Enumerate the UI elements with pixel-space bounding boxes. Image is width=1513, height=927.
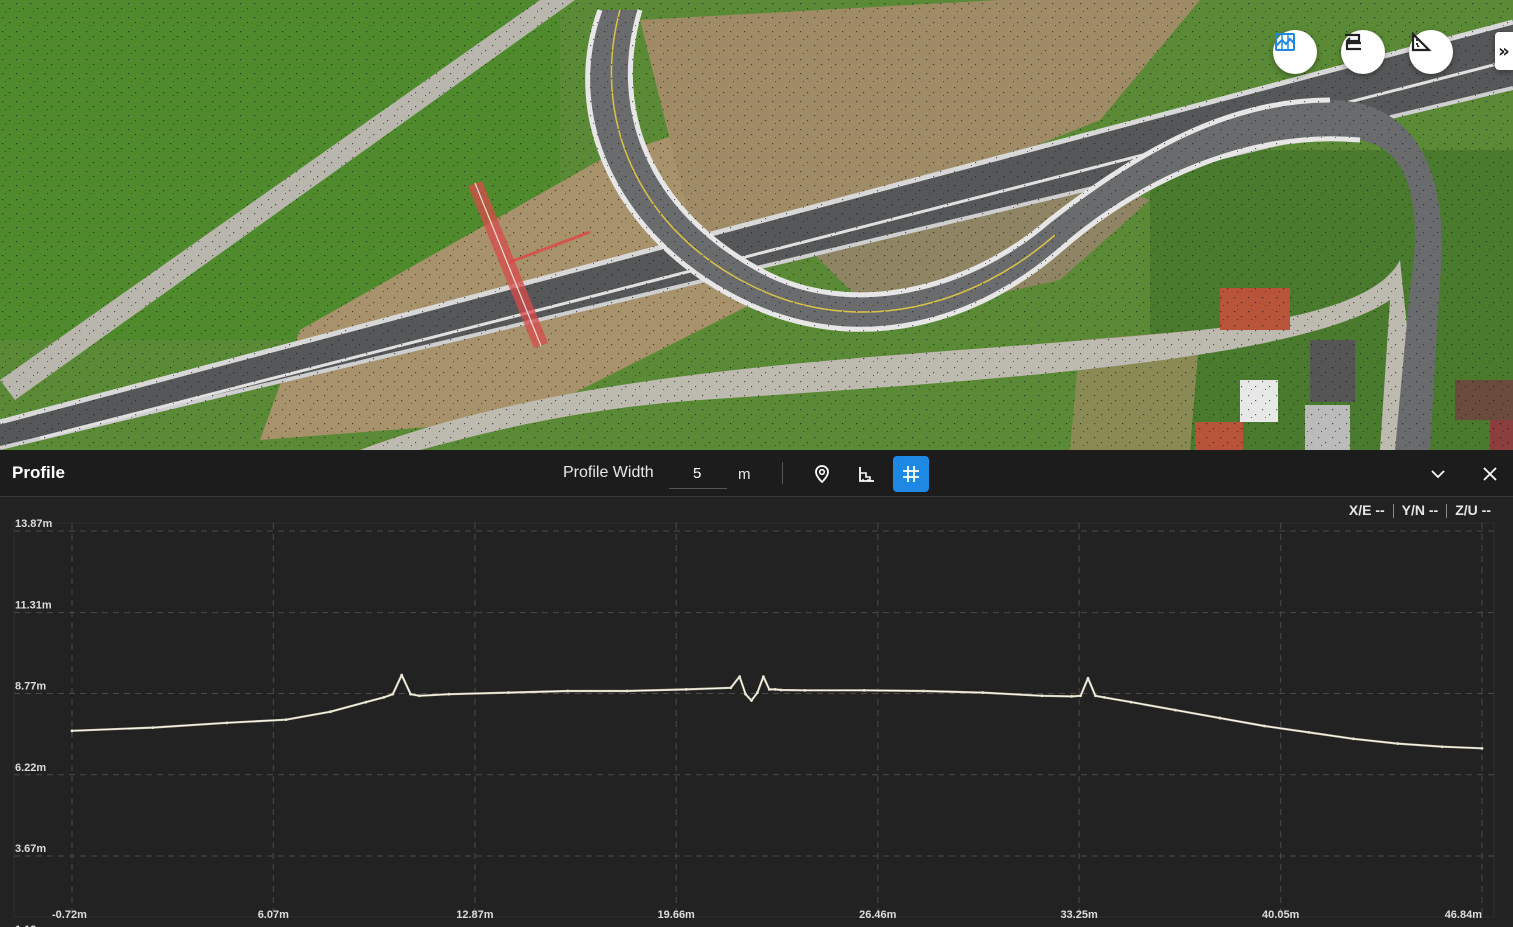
profile-point bbox=[447, 692, 451, 696]
x-tick-label: 33.25m bbox=[1060, 909, 1098, 921]
grid-icon bbox=[903, 466, 919, 482]
x-tick-label: 19.66m bbox=[658, 909, 696, 921]
profile-width-label: Profile Width bbox=[563, 464, 654, 481]
profile-point bbox=[418, 694, 421, 698]
profile-point bbox=[70, 729, 74, 733]
panel-title: Profile bbox=[12, 463, 65, 482]
profile-point bbox=[738, 675, 742, 679]
profile-point bbox=[1307, 731, 1311, 734]
profile-point bbox=[750, 699, 753, 702]
section-tool-button[interactable] bbox=[1341, 30, 1385, 74]
profile-point bbox=[922, 689, 925, 693]
point-marker-button[interactable] bbox=[804, 456, 840, 492]
profile-point bbox=[329, 710, 332, 714]
profile-point bbox=[625, 689, 629, 693]
profile-point bbox=[744, 692, 747, 696]
profile-point bbox=[151, 726, 155, 730]
profile-point bbox=[566, 689, 570, 693]
elevation-profile-chart[interactable]: -0.72m 6.07m 12.87m 19.66m 26.46m 33.25m 40.05… bbox=[0, 497, 1513, 927]
profile-point bbox=[981, 691, 985, 694]
profile-point bbox=[1094, 694, 1097, 698]
expand-icon: » bbox=[1498, 40, 1510, 62]
x-tick-label: 6.07m bbox=[258, 909, 289, 921]
chevron-down-icon bbox=[1431, 470, 1445, 479]
profile-point bbox=[364, 700, 368, 704]
profile-point bbox=[862, 688, 866, 692]
y-tick-label: 3.67m bbox=[15, 843, 46, 855]
profile-point bbox=[729, 686, 733, 690]
y-tick-label: 6.22m bbox=[15, 762, 46, 774]
y-tick-label: 8.77m bbox=[15, 681, 46, 693]
profile-point bbox=[382, 695, 386, 699]
x-tick-label: -0.72m bbox=[52, 909, 87, 921]
profile-point bbox=[409, 692, 412, 696]
profile-point bbox=[1262, 724, 1266, 728]
profile-point bbox=[684, 687, 688, 691]
expand-panel-button[interactable]: » bbox=[1495, 32, 1513, 70]
profile-point bbox=[391, 692, 395, 696]
grid-toggle-button[interactable] bbox=[893, 456, 929, 492]
profile-point bbox=[1440, 745, 1444, 749]
profile-point bbox=[773, 687, 777, 691]
profile-point bbox=[1351, 737, 1355, 741]
map-layer-icon bbox=[1275, 33, 1295, 51]
profile-point bbox=[761, 675, 765, 679]
profile-point bbox=[1040, 694, 1044, 698]
y-tick-label: 13.87m bbox=[15, 518, 53, 530]
profile-point bbox=[779, 688, 783, 692]
measure-tool-button[interactable] bbox=[1409, 30, 1453, 74]
profile-point bbox=[400, 673, 404, 677]
profile-point bbox=[1070, 694, 1074, 698]
profile-point bbox=[1129, 700, 1133, 704]
profile-trace bbox=[71, 673, 1483, 750]
profile-point bbox=[225, 721, 229, 725]
aerial-map[interactable]: » bbox=[0, 0, 1513, 450]
profile-trace-highlight bbox=[71, 674, 1483, 749]
profile-point bbox=[1396, 742, 1400, 745]
x-tick-label: 40.05m bbox=[1262, 909, 1300, 921]
profile-point bbox=[284, 718, 288, 722]
profile-point bbox=[1218, 716, 1222, 720]
plot-area bbox=[13, 522, 1495, 918]
section-icon bbox=[1345, 33, 1361, 51]
profile-point bbox=[767, 687, 771, 691]
profile-point bbox=[507, 691, 510, 694]
x-tick-label: 46.84m bbox=[1445, 909, 1483, 921]
header-divider bbox=[782, 462, 783, 484]
profile-point bbox=[1079, 694, 1082, 698]
ruler-icon bbox=[1411, 31, 1432, 52]
close-panel-button[interactable] bbox=[1476, 460, 1504, 488]
profile-width-unit: m bbox=[738, 466, 751, 483]
profile-point bbox=[1480, 746, 1484, 750]
map-layer-button[interactable] bbox=[1273, 30, 1317, 74]
profile-point bbox=[803, 688, 807, 692]
y-tick-label: 11.31m bbox=[15, 600, 52, 612]
profile-point bbox=[756, 691, 759, 694]
profile-panel-header: Profile Profile Width m bbox=[0, 450, 1513, 497]
profile-width-input[interactable] bbox=[669, 459, 727, 489]
profile-point bbox=[1086, 676, 1090, 680]
slope-measure-button[interactable] bbox=[849, 456, 885, 492]
close-icon bbox=[1483, 467, 1497, 481]
x-tick-label: 26.46m bbox=[859, 909, 897, 921]
location-pin-icon bbox=[815, 465, 829, 484]
collapse-panel-button[interactable] bbox=[1424, 460, 1452, 488]
profile-point bbox=[1102, 695, 1106, 699]
slope-icon bbox=[859, 467, 874, 482]
x-tick-label: 12.87m bbox=[456, 909, 494, 921]
profile-point bbox=[1174, 708, 1177, 712]
profile-panel: Profile Profile Width m bbox=[0, 450, 1513, 927]
